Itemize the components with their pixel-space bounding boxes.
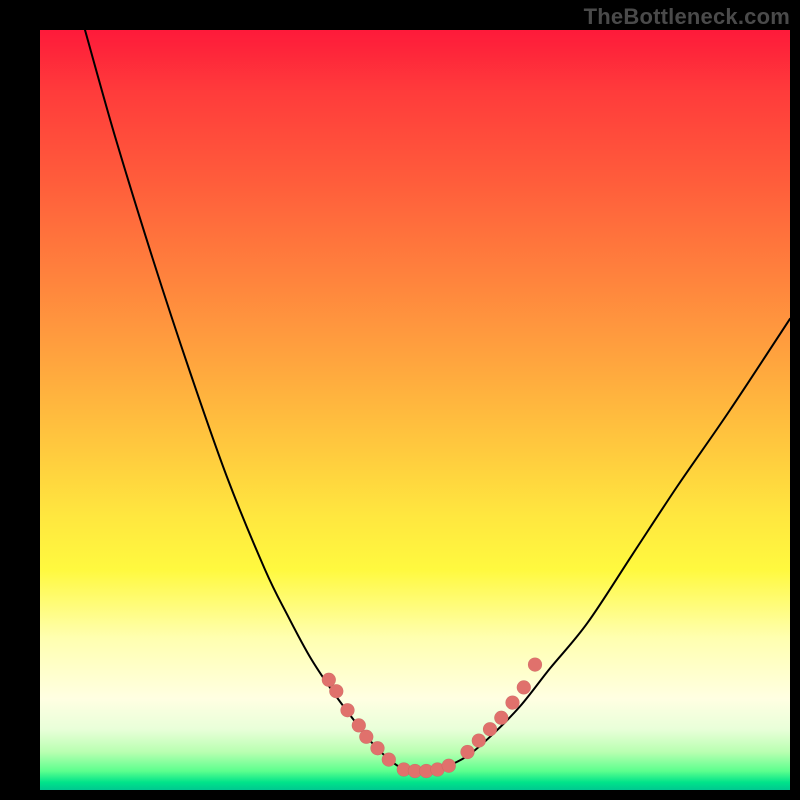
data-point bbox=[506, 696, 520, 710]
data-point bbox=[382, 753, 396, 767]
chart-frame: TheBottleneck.com bbox=[0, 0, 800, 800]
data-point bbox=[371, 741, 385, 755]
data-point bbox=[472, 734, 486, 748]
curve-svg bbox=[40, 30, 790, 790]
data-point bbox=[483, 722, 497, 736]
main-curve bbox=[85, 30, 790, 771]
plot-area bbox=[40, 30, 790, 790]
data-point bbox=[329, 684, 343, 698]
data-point bbox=[341, 703, 355, 717]
data-point bbox=[517, 680, 531, 694]
data-point bbox=[461, 745, 475, 759]
watermark-text: TheBottleneck.com bbox=[584, 4, 790, 30]
data-point bbox=[359, 730, 373, 744]
data-point bbox=[528, 658, 542, 672]
data-point bbox=[442, 759, 456, 773]
data-point bbox=[494, 711, 508, 725]
